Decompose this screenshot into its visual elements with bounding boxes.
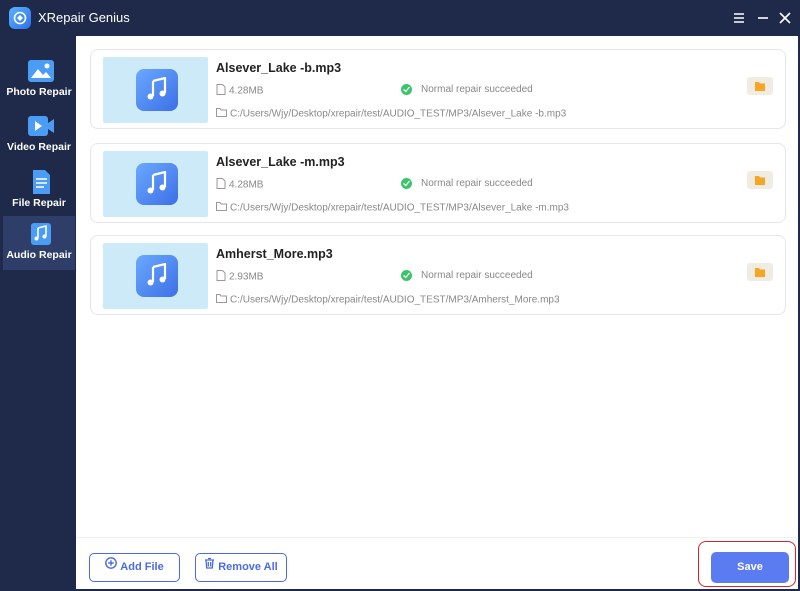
check-circle-icon (401, 270, 412, 281)
minimize-icon[interactable] (754, 9, 772, 27)
app-title: XRepair Genius (38, 10, 130, 25)
footer-divider (76, 537, 798, 538)
check-circle-icon (401, 84, 412, 95)
sidebar-item-audio-repair[interactable]: Audio Repair (3, 216, 75, 270)
remove-all-button[interactable]: Remove All (195, 553, 287, 582)
video-icon (27, 114, 55, 138)
plus-circle-icon (105, 553, 118, 579)
file-card: Alsever_Lake -b.mp3 4.28MB Normal repair… (90, 49, 786, 129)
file-card: Amherst_More.mp3 2.93MB Normal repair su… (90, 235, 786, 315)
main-panel: Alsever_Lake -b.mp3 4.28MB Normal repair… (76, 36, 798, 589)
sidebar-item-label: Photo Repair (6, 86, 72, 98)
file-size: 4.28MB (216, 84, 263, 98)
music-note-icon (136, 255, 178, 297)
open-folder-button[interactable] (747, 171, 773, 189)
trash-icon (204, 553, 215, 579)
music-note-icon (136, 163, 178, 205)
audio-thumbnail (103, 243, 208, 309)
sidebar-item-video-repair[interactable]: Video Repair (3, 108, 75, 162)
title-bar: XRepair Genius (0, 0, 800, 36)
file-name: Amherst_More.mp3 (216, 247, 333, 261)
folder-icon (216, 202, 227, 214)
sidebar: Photo Repair Video Repair File Repair Au… (0, 36, 76, 591)
check-circle-icon (401, 178, 412, 189)
app-logo-icon (9, 7, 31, 29)
music-note-icon (136, 69, 178, 111)
file-size-icon (216, 178, 226, 192)
sidebar-item-file-repair[interactable]: File Repair (3, 164, 75, 218)
sidebar-item-label: Video Repair (7, 141, 71, 153)
file-size: 4.28MB (216, 178, 263, 192)
file-size-icon (216, 270, 226, 284)
sidebar-item-label: Audio Repair (6, 249, 72, 261)
file-size: 2.93MB (216, 270, 263, 284)
save-button[interactable]: Save (711, 552, 789, 583)
file-path: C:/Users/Wjy/Desktop/xrepair/test/AUDIO_… (216, 202, 569, 214)
menu-icon[interactable] (730, 9, 748, 27)
file-card: Alsever_Lake -m.mp3 4.28MB Normal repair… (90, 143, 786, 223)
repair-status: Normal repair succeeded (401, 178, 533, 189)
folder-icon (216, 294, 227, 306)
file-name: Alsever_Lake -b.mp3 (216, 61, 342, 75)
file-icon (27, 170, 55, 194)
audio-thumbnail (103, 57, 208, 123)
repair-status: Normal repair succeeded (401, 270, 533, 281)
add-file-button[interactable]: Add File (89, 553, 180, 582)
folder-icon (216, 108, 227, 120)
audio-thumbnail (103, 151, 208, 217)
file-size-icon (216, 84, 226, 98)
open-folder-button[interactable] (747, 77, 773, 95)
file-path: C:/Users/Wjy/Desktop/xrepair/test/AUDIO_… (216, 108, 566, 120)
file-path: C:/Users/Wjy/Desktop/xrepair/test/AUDIO_… (216, 294, 560, 306)
music-note-icon (27, 222, 55, 246)
sidebar-item-label: File Repair (12, 197, 66, 209)
open-folder-button[interactable] (747, 263, 773, 281)
repair-status: Normal repair succeeded (401, 84, 533, 95)
photo-icon (27, 59, 55, 83)
file-name: Alsever_Lake -m.mp3 (216, 155, 345, 169)
sidebar-item-photo-repair[interactable]: Photo Repair (3, 53, 75, 107)
close-icon[interactable] (776, 9, 794, 27)
